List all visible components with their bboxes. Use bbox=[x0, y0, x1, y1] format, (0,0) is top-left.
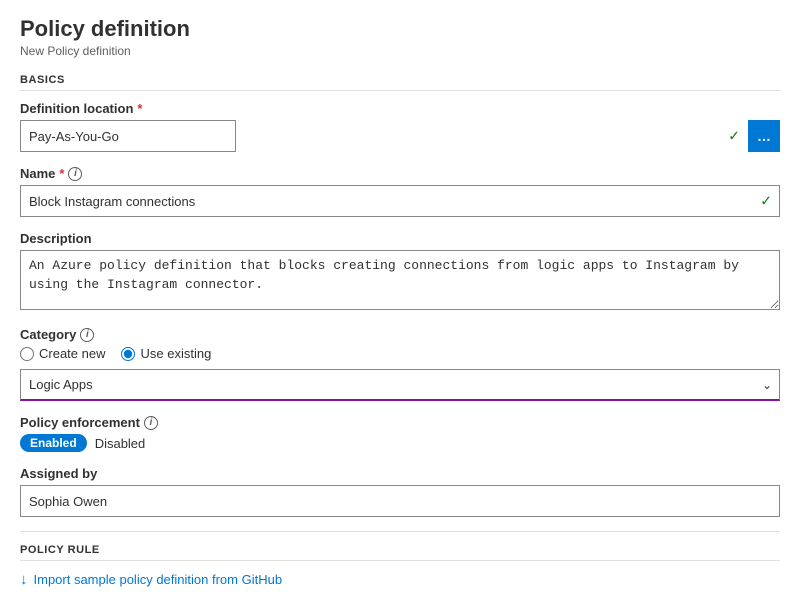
name-group: Name * i ✓ bbox=[20, 166, 780, 217]
name-info-icon[interactable]: i bbox=[68, 167, 82, 181]
policy-enforcement-label: Policy enforcement i bbox=[20, 415, 780, 430]
assigned-by-group: Assigned by bbox=[20, 466, 780, 517]
policy-enforcement-toggle-group: Enabled Disabled bbox=[20, 434, 780, 452]
category-create-new-option[interactable]: Create new bbox=[20, 346, 105, 361]
name-label: Name * i bbox=[20, 166, 780, 181]
definition-location-row: ✓ … bbox=[20, 120, 780, 152]
enforcement-disabled-label[interactable]: Disabled bbox=[95, 436, 146, 451]
category-use-existing-radio[interactable] bbox=[121, 347, 135, 361]
definition-location-input[interactable] bbox=[20, 120, 236, 152]
name-input[interactable] bbox=[20, 185, 780, 217]
category-create-new-radio[interactable] bbox=[20, 347, 34, 361]
description-label: Description bbox=[20, 231, 780, 246]
policy-enforcement-info-icon[interactable]: i bbox=[144, 416, 158, 430]
definition-location-group: Definition location * ✓ … bbox=[20, 101, 780, 152]
category-info-icon[interactable]: i bbox=[80, 328, 94, 342]
basics-section-header: BASICS bbox=[20, 74, 780, 91]
definition-location-check-icon: ✓ bbox=[728, 128, 740, 145]
category-create-new-label: Create new bbox=[39, 346, 105, 361]
category-use-existing-option[interactable]: Use existing bbox=[121, 346, 211, 361]
category-group: Category i Create new Use existing Logic… bbox=[20, 327, 780, 401]
assigned-by-label: Assigned by bbox=[20, 466, 780, 481]
page-title: Policy definition bbox=[20, 16, 780, 42]
description-group: Description An Azure policy definition t… bbox=[20, 231, 780, 313]
enforcement-enabled-button[interactable]: Enabled bbox=[20, 434, 87, 452]
browse-button[interactable]: … bbox=[748, 120, 780, 152]
category-label: Category i bbox=[20, 327, 780, 342]
definition-location-input-wrapper: ✓ bbox=[20, 120, 748, 152]
name-required-star: * bbox=[59, 166, 64, 181]
name-input-wrapper: ✓ bbox=[20, 185, 780, 217]
category-radio-group: Create new Use existing bbox=[20, 346, 780, 361]
policy-enforcement-group: Policy enforcement i Enabled Disabled bbox=[20, 415, 780, 452]
required-star: * bbox=[137, 101, 142, 116]
page-container: Policy definition New Policy definition … bbox=[0, 0, 800, 608]
import-sample-link[interactable]: ↓ Import sample policy definition from G… bbox=[20, 571, 780, 588]
category-dropdown[interactable]: Logic Apps bbox=[20, 369, 780, 401]
policy-rule-section-header: POLICY RULE bbox=[20, 544, 780, 561]
category-use-existing-label: Use existing bbox=[140, 346, 211, 361]
page-subtitle: New Policy definition bbox=[20, 44, 780, 58]
category-dropdown-wrapper: Logic Apps ⌄ bbox=[20, 369, 780, 401]
assigned-by-input[interactable] bbox=[20, 485, 780, 517]
description-textarea[interactable]: An Azure policy definition that blocks c… bbox=[20, 250, 780, 310]
download-icon: ↓ bbox=[20, 571, 28, 588]
definition-location-label: Definition location * bbox=[20, 101, 780, 116]
name-check-icon: ✓ bbox=[760, 193, 772, 210]
